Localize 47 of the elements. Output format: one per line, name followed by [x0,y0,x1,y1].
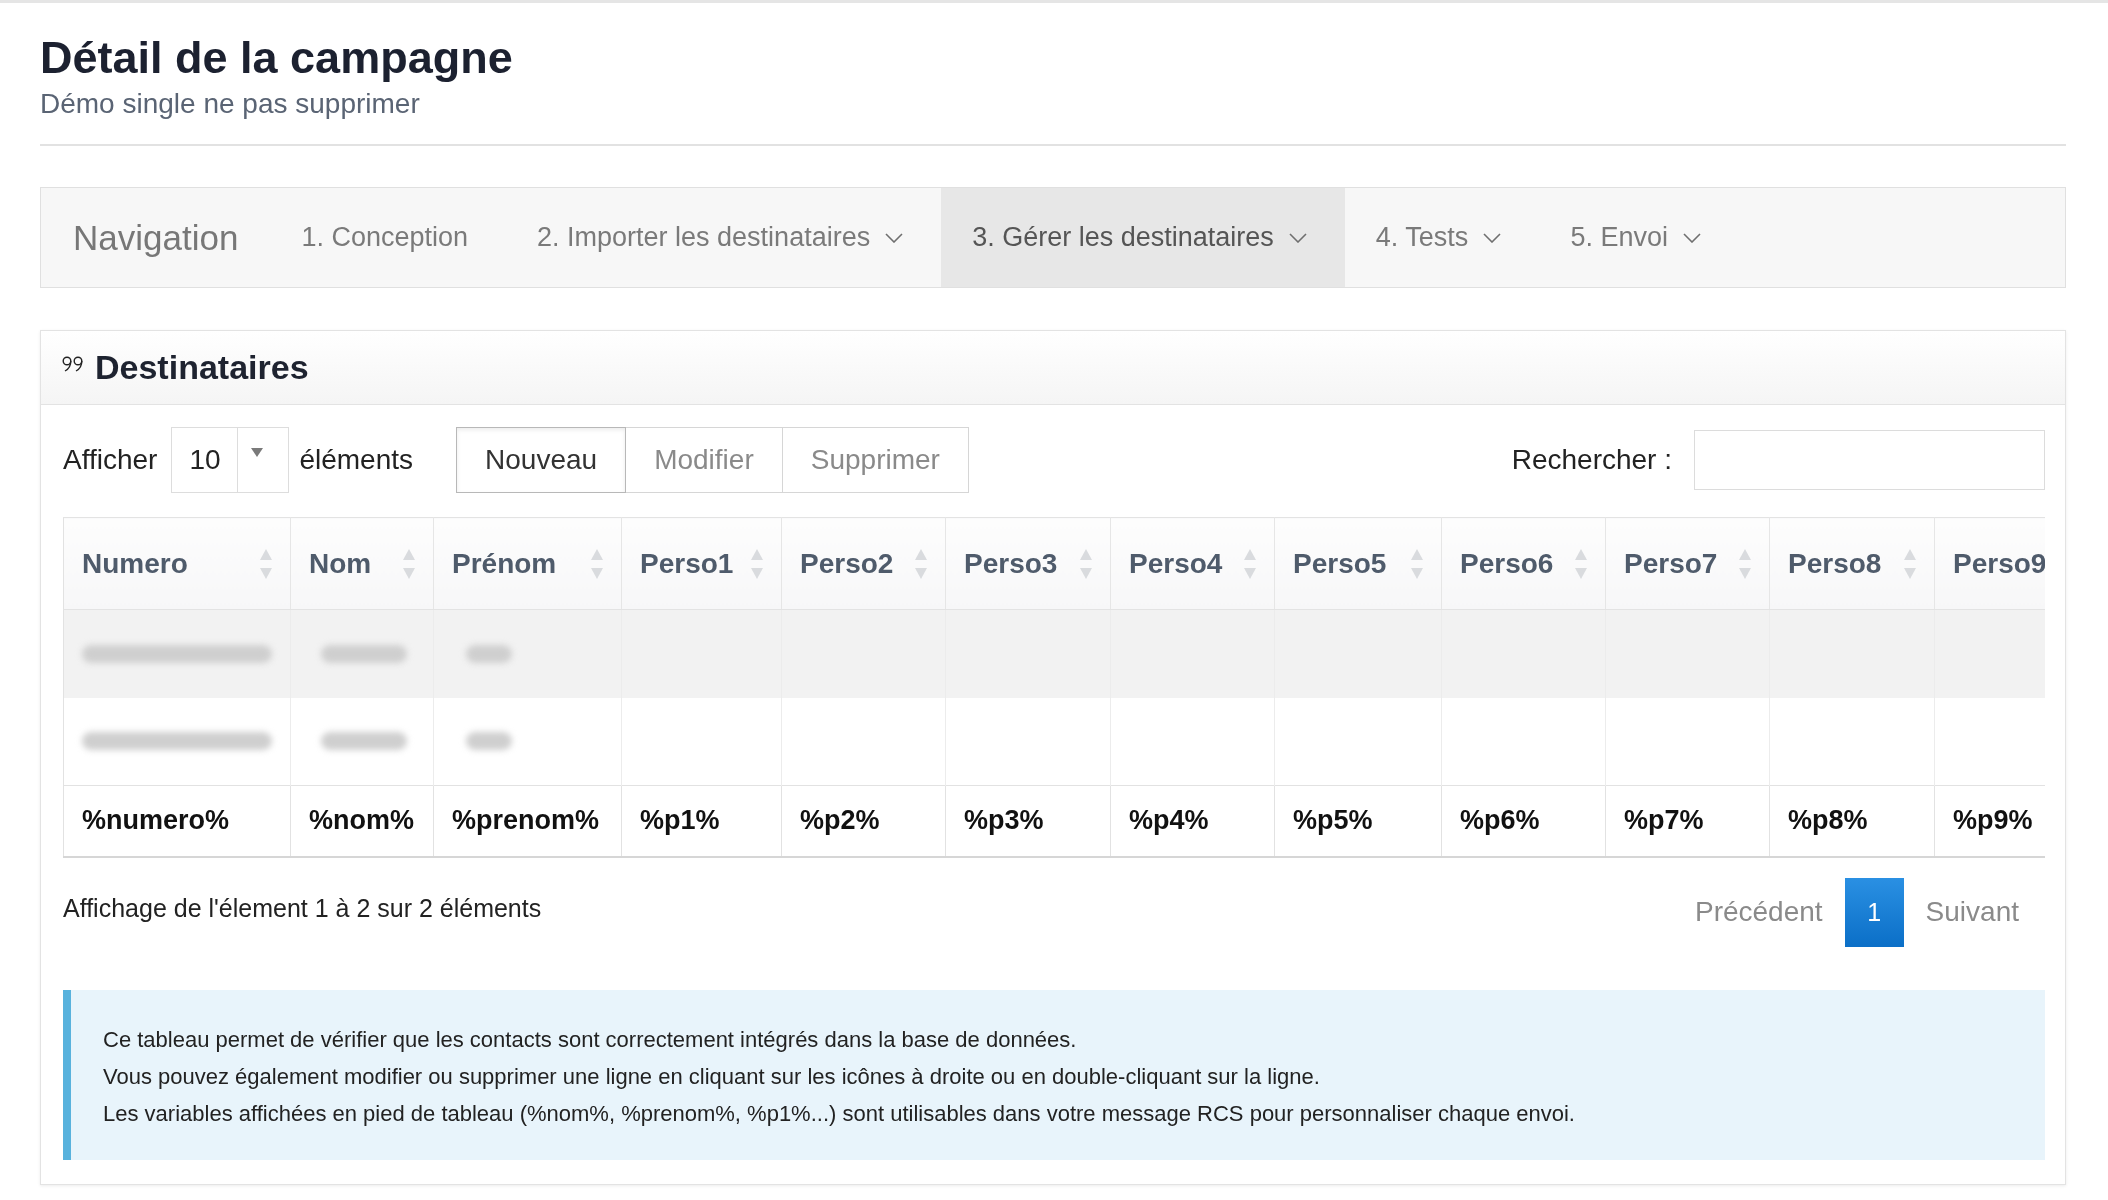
navigation-brand: Navigation [72,217,239,258]
nav-tab[interactable]: 4. Tests [1344,188,1540,287]
footer-cell: %p1% [621,785,782,857]
nav-tab[interactable]: 5. Envoi [1539,188,1739,287]
column-header[interactable]: Perso5 [1274,517,1442,610]
length-label: éléments [299,443,414,476]
blurred-text [466,732,512,751]
page-title: Détail de la campagne [40,32,513,84]
footer-cell: %p4% [1110,785,1275,857]
footer-cell: %p2% [781,785,946,857]
column-header[interactable]: Perso9 [1934,517,2045,610]
footer-cell: %p9% [1934,785,2045,857]
page-subtitle: Démo single ne pas supprimer [40,87,420,121]
footer-cell: %p5% [1274,785,1442,857]
length-label: Afficher [63,443,158,476]
column-header[interactable]: Perso6 [1441,517,1606,610]
column-header[interactable]: Perso7 [1605,517,1770,610]
column-header[interactable]: Numero [63,517,291,610]
table-info-text: Affichage de l'élement 1 à 2 sur 2 éléments [63,893,542,923]
nav-tab[interactable]: 2. Importer les destinataires [506,188,942,287]
footer-cell: %p8% [1769,785,1935,857]
footer-cell: %p7% [1605,785,1770,857]
page-size-select[interactable]: 10 [171,426,290,493]
dropdown-triangle-icon [251,448,264,457]
nav-tab[interactable]: 3. Gérer les destinataires [941,188,1345,287]
search-label: Rechercher : [1511,443,1672,476]
search-field[interactable] [1694,429,2045,490]
column-header[interactable]: Perso2 [781,517,946,610]
info-text: Ce tableau permet de vérifier que les contacts sont correctement intégrés dans la base de données. [103,1025,1077,1054]
panel-title: Destinataires [95,348,309,387]
info-text: Les variables affichées en pied de tableau (%nom%, %prenom%, %p1%...) sont utilisables dans votre message RCS pour personnaliser chaque envoi. [103,1099,1575,1128]
footer-cell: %nom% [290,785,434,857]
nav-tab[interactable]: 1. Conception [270,188,506,287]
info-text: Vous pouvez également modifier ou supprimer une ligne en cliquant sur les icônes à droite ou en double-cliquant sur la ligne. [103,1062,1320,1091]
column-header[interactable]: Perso8 [1769,517,1935,610]
column-header[interactable]: Nom [290,517,434,610]
column-header[interactable]: Perso3 [945,517,1111,610]
blurred-text [466,644,512,663]
footer-cell: %numero% [63,785,291,857]
column-header[interactable]: Perso4 [1110,517,1275,610]
column-header[interactable]: Perso1 [621,517,782,610]
page-button[interactable]: 1 [1844,877,1904,947]
action-button[interactable]: Nouveau [456,426,627,493]
column-header[interactable]: Prénom [433,517,622,610]
footer-cell: %prenom% [433,785,622,857]
footer-cell: %p3% [945,785,1111,857]
footer-cell: %p6% [1441,785,1606,857]
